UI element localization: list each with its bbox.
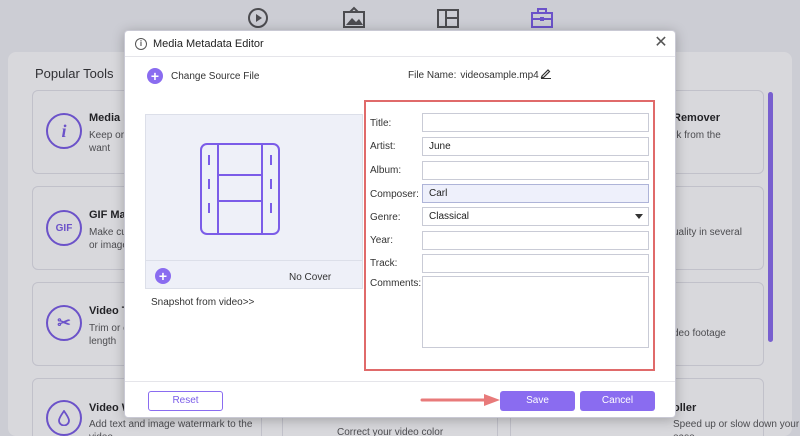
no-cover-label: No Cover	[289, 272, 332, 283]
change-source-label: Change Source File	[171, 70, 260, 82]
file-name-value: videosample.mp4	[460, 70, 539, 81]
change-source-button[interactable]: + Change Source File	[147, 67, 259, 85]
dialog-titlebar: i Media Metadata Editor ✕	[125, 31, 675, 57]
year-label: Year:	[370, 235, 393, 246]
composer-field[interactable]: Carl	[422, 184, 649, 203]
plus-icon: +	[147, 68, 163, 84]
close-icon[interactable]: ✕	[653, 35, 669, 51]
file-name: File Name: videosample.mp4	[408, 70, 539, 81]
artist-label: Artist:	[370, 141, 396, 152]
reset-button[interactable]: Reset	[148, 391, 223, 411]
chevron-down-icon	[635, 214, 643, 219]
title-field[interactable]	[422, 113, 649, 132]
artist-field[interactable]: June	[422, 137, 649, 156]
track-label: Track:	[370, 258, 398, 269]
composer-label: Composer:	[370, 189, 419, 200]
genre-value: Classical	[429, 211, 470, 222]
track-field[interactable]	[422, 254, 649, 273]
comments-field[interactable]	[422, 276, 649, 348]
genre-label: Genre:	[370, 212, 401, 223]
annotation-arrow	[420, 394, 500, 406]
file-name-label: File Name:	[408, 70, 457, 81]
comments-label: Comments:	[370, 278, 422, 289]
title-label: Title:	[370, 118, 392, 129]
edit-pencil-icon[interactable]	[540, 67, 552, 82]
info-icon: i	[135, 38, 147, 50]
cancel-button[interactable]: Cancel	[580, 391, 655, 411]
dialog-title: Media Metadata Editor	[153, 38, 264, 50]
film-icon	[200, 143, 280, 235]
cover-divider	[146, 260, 362, 261]
save-button[interactable]: Save	[500, 391, 575, 411]
genre-select[interactable]: Classical	[422, 207, 649, 226]
album-label: Album:	[370, 165, 402, 176]
dialog-footer-divider	[125, 381, 675, 382]
metadata-editor-dialog: i Media Metadata Editor ✕ + Change Sourc…	[124, 30, 676, 418]
year-field[interactable]	[422, 231, 649, 250]
album-field[interactable]	[422, 161, 649, 180]
snapshot-link[interactable]: Snapshot from video>>	[151, 297, 254, 308]
add-cover-button[interactable]: +	[155, 268, 171, 284]
cover-area[interactable]: + No Cover	[145, 114, 363, 289]
